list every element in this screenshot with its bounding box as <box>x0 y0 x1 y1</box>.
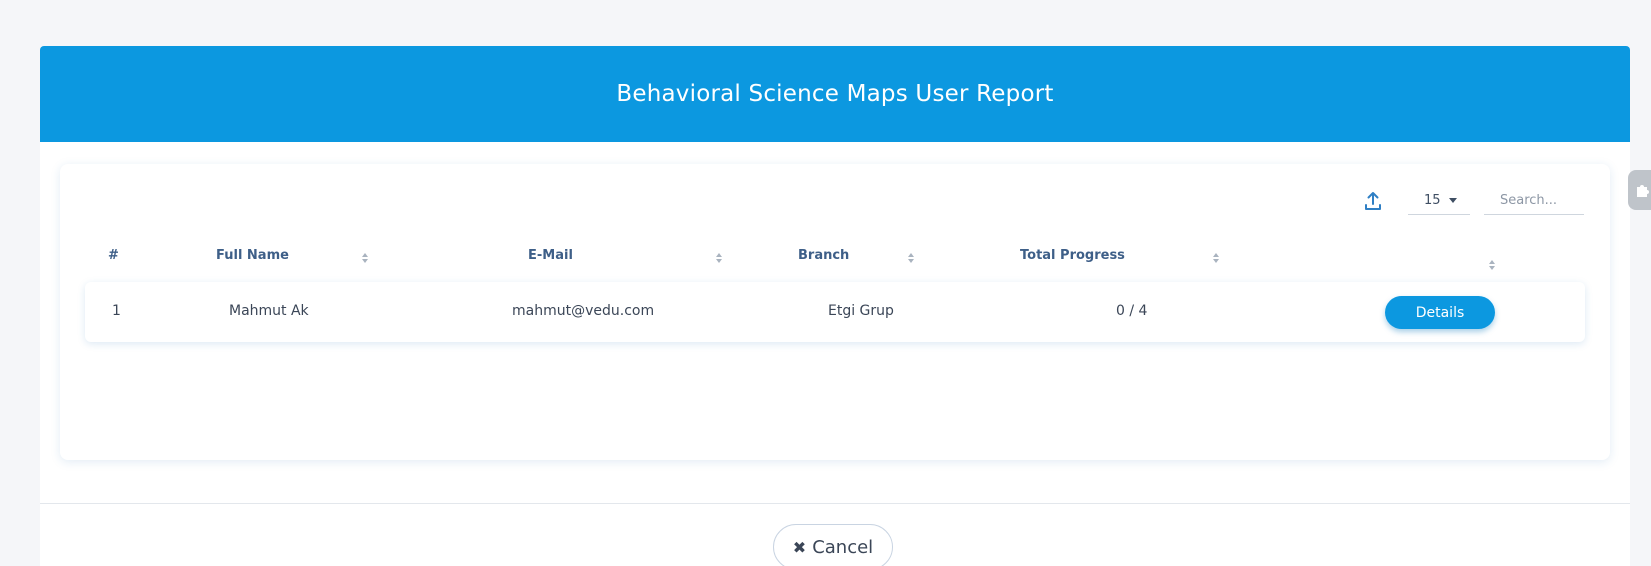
modal-title: Behavioral Science Maps User Report <box>616 81 1054 107</box>
caret-down-icon <box>1448 198 1457 203</box>
table-row: 1 Mahmut Ak mahmut@vedu.com Etgi Grup 0 … <box>85 282 1585 342</box>
sort-icon[interactable] <box>715 252 723 264</box>
cell-full-name: Mahmut Ak <box>229 303 309 319</box>
column-header-index[interactable]: # <box>108 248 119 266</box>
modal-header: Behavioral Science Maps User Report <box>40 46 1630 142</box>
cancel-label: Cancel <box>812 537 874 558</box>
report-modal: Behavioral Science Maps User Report 15 #… <box>40 46 1630 566</box>
details-button[interactable]: Details <box>1385 296 1495 329</box>
cell-total-progress: 0 / 4 <box>1116 303 1148 319</box>
table-toolbar: 15 <box>1360 186 1584 216</box>
column-header-full-name[interactable]: Full Name <box>216 248 289 266</box>
cell-email: mahmut@vedu.com <box>512 303 655 319</box>
cell-index: 1 <box>112 303 121 319</box>
column-header-total-progress[interactable]: Total Progress <box>1020 248 1125 266</box>
table-card: 15 # Full Name E-Mail Branch Total Progr… <box>60 164 1610 460</box>
upload-icon <box>1365 192 1381 210</box>
sort-icon[interactable] <box>361 252 369 264</box>
search-input[interactable] <box>1484 187 1584 215</box>
export-button[interactable] <box>1360 188 1386 214</box>
column-header-branch[interactable]: Branch <box>798 248 849 266</box>
sort-icon[interactable] <box>907 252 915 264</box>
cell-branch: Etgi Grup <box>828 303 894 319</box>
sort-icon[interactable] <box>1488 259 1496 271</box>
footer-divider <box>40 503 1630 504</box>
sort-icon[interactable] <box>1212 252 1220 264</box>
page-size-select[interactable]: 15 <box>1408 187 1470 215</box>
side-widget-tab[interactable] <box>1628 170 1651 210</box>
cancel-button[interactable]: ✖ Cancel <box>773 524 893 566</box>
close-icon: ✖ <box>792 538 807 557</box>
page-size-value: 15 <box>1424 193 1441 208</box>
puzzle-icon <box>1637 185 1649 197</box>
column-header-email[interactable]: E-Mail <box>528 248 573 266</box>
